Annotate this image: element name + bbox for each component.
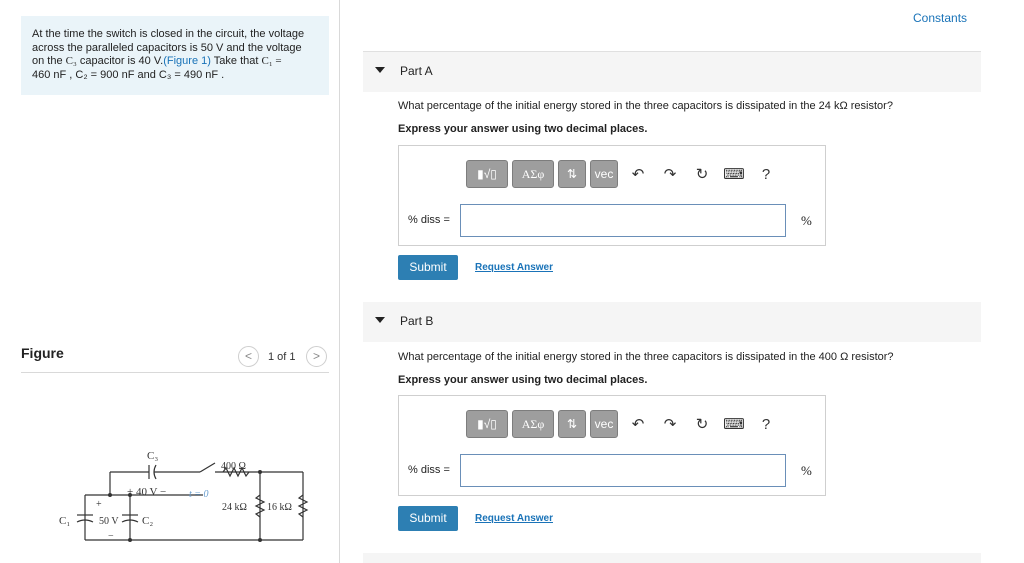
minus-sign: − <box>108 531 114 542</box>
problem-line-4: 460 nF , C₂ = 900 nF and C₃ = 490 nF . <box>32 68 225 81</box>
part-a-answer-input[interactable] <box>460 204 786 237</box>
math-toolbar: ▮√▯ ΑΣφ ⇅ vec ↶ ↷ ↻ ⌨ ? <box>466 160 782 188</box>
part-b-submit-button[interactable]: Submit <box>398 506 458 531</box>
help-icon[interactable]: ? <box>750 160 782 188</box>
redo-icon[interactable]: ↷ <box>654 410 686 438</box>
part-a-submit-button[interactable]: Submit <box>398 255 458 280</box>
part-b-answer-box: ▮√▯ ΑΣφ ⇅ vec ↶ ↷ ↻ ⌨ ? % diss = % <box>398 395 826 496</box>
constants-link[interactable]: Constants <box>913 11 967 25</box>
v50-label: 50 V <box>99 516 119 527</box>
part-b-question: What percentage of the initial energy st… <box>398 351 894 363</box>
next-figure-button[interactable]: > <box>306 346 327 367</box>
r400-label: 400 Ω <box>221 461 246 472</box>
answer-label: % diss = <box>408 214 450 226</box>
templates-button[interactable]: ▮√▯ <box>466 160 508 188</box>
prev-figure-button[interactable]: < <box>238 346 259 367</box>
templates-button[interactable]: ▮√▯ <box>466 410 508 438</box>
problem-statement: At the time the switch is closed in the … <box>21 16 329 95</box>
part-b-instruction: Express your answer using two decimal pl… <box>398 374 648 386</box>
plus-sign: + <box>96 499 102 510</box>
switch-time-label: t = 0 <box>189 489 209 500</box>
v40-label: + 40 V − <box>127 486 166 498</box>
figure-title: Figure <box>21 345 64 361</box>
r16-label: 16 kΩ <box>267 502 292 513</box>
c1-symbol: C₁ = <box>261 55 282 68</box>
vector-button[interactable]: vec <box>590 160 618 188</box>
reset-icon[interactable]: ↻ <box>686 410 718 438</box>
arrows-button[interactable]: ⇅ <box>558 160 586 188</box>
unit-label: % <box>801 463 812 478</box>
figure-divider <box>21 372 329 373</box>
keyboard-icon[interactable]: ⌨ <box>718 160 750 188</box>
arrows-button[interactable]: ⇅ <box>558 410 586 438</box>
greek-symbols-button[interactable]: ΑΣφ <box>512 160 554 188</box>
collapse-triangle-icon[interactable] <box>375 67 385 73</box>
greek-symbols-button[interactable]: ΑΣφ <box>512 410 554 438</box>
problem-line-3c: Take that <box>210 55 262 68</box>
unit-label: % <box>801 213 812 228</box>
collapse-triangle-icon[interactable] <box>375 317 385 323</box>
help-icon[interactable]: ? <box>750 410 782 438</box>
keyboard-icon[interactable]: ⌨ <box>718 410 750 438</box>
circuit-diagram: C₃ + 40 V − t = 0 400 Ω C₁ + 50 V − C₂ 2… <box>59 450 309 542</box>
next-part-header <box>363 553 981 563</box>
c3-label: C₃ <box>147 450 158 462</box>
c1-label: C₁ <box>59 515 70 527</box>
part-b-request-answer-link[interactable]: Request Answer <box>475 513 553 524</box>
part-a-request-answer-link[interactable]: Request Answer <box>475 262 553 273</box>
math-toolbar: ▮√▯ ΑΣφ ⇅ vec ↶ ↷ ↻ ⌨ ? <box>466 410 782 438</box>
r24-label: 24 kΩ <box>222 502 247 513</box>
c2-label: C₂ <box>142 515 153 527</box>
part-a-answer-box: ▮√▯ ΑΣφ ⇅ vec ↶ ↷ ↻ ⌨ ? % diss = % <box>398 145 826 246</box>
undo-icon[interactable]: ↶ <box>622 160 654 188</box>
reset-icon[interactable]: ↻ <box>686 160 718 188</box>
figure-link[interactable]: (Figure 1) <box>163 55 211 67</box>
figure-pager: 1 of 1 <box>268 351 296 363</box>
part-b-label: Part B <box>400 314 434 328</box>
problem-line-2: across the paralleled capacitors is 50 V… <box>32 41 302 54</box>
undo-icon[interactable]: ↶ <box>622 410 654 438</box>
part-a-question: What percentage of the initial energy st… <box>398 100 893 112</box>
part-b-header[interactable]: Part B <box>363 302 981 342</box>
c3-symbol: C₃ <box>65 55 77 68</box>
redo-icon[interactable]: ↷ <box>654 160 686 188</box>
part-b-answer-input[interactable] <box>460 454 786 487</box>
answer-label: % diss = <box>408 464 450 476</box>
problem-line-3b: capacitor is 40 V. <box>76 55 164 68</box>
problem-line-3a: on the <box>32 55 66 68</box>
part-a-instruction: Express your answer using two decimal pl… <box>398 123 648 135</box>
left-panel: At the time the switch is closed in the … <box>0 0 340 563</box>
vector-button[interactable]: vec <box>590 410 618 438</box>
part-a-header[interactable]: Part A <box>363 52 981 92</box>
part-a-label: Part A <box>400 64 433 78</box>
problem-line-1: At the time the switch is closed in the … <box>32 28 305 40</box>
